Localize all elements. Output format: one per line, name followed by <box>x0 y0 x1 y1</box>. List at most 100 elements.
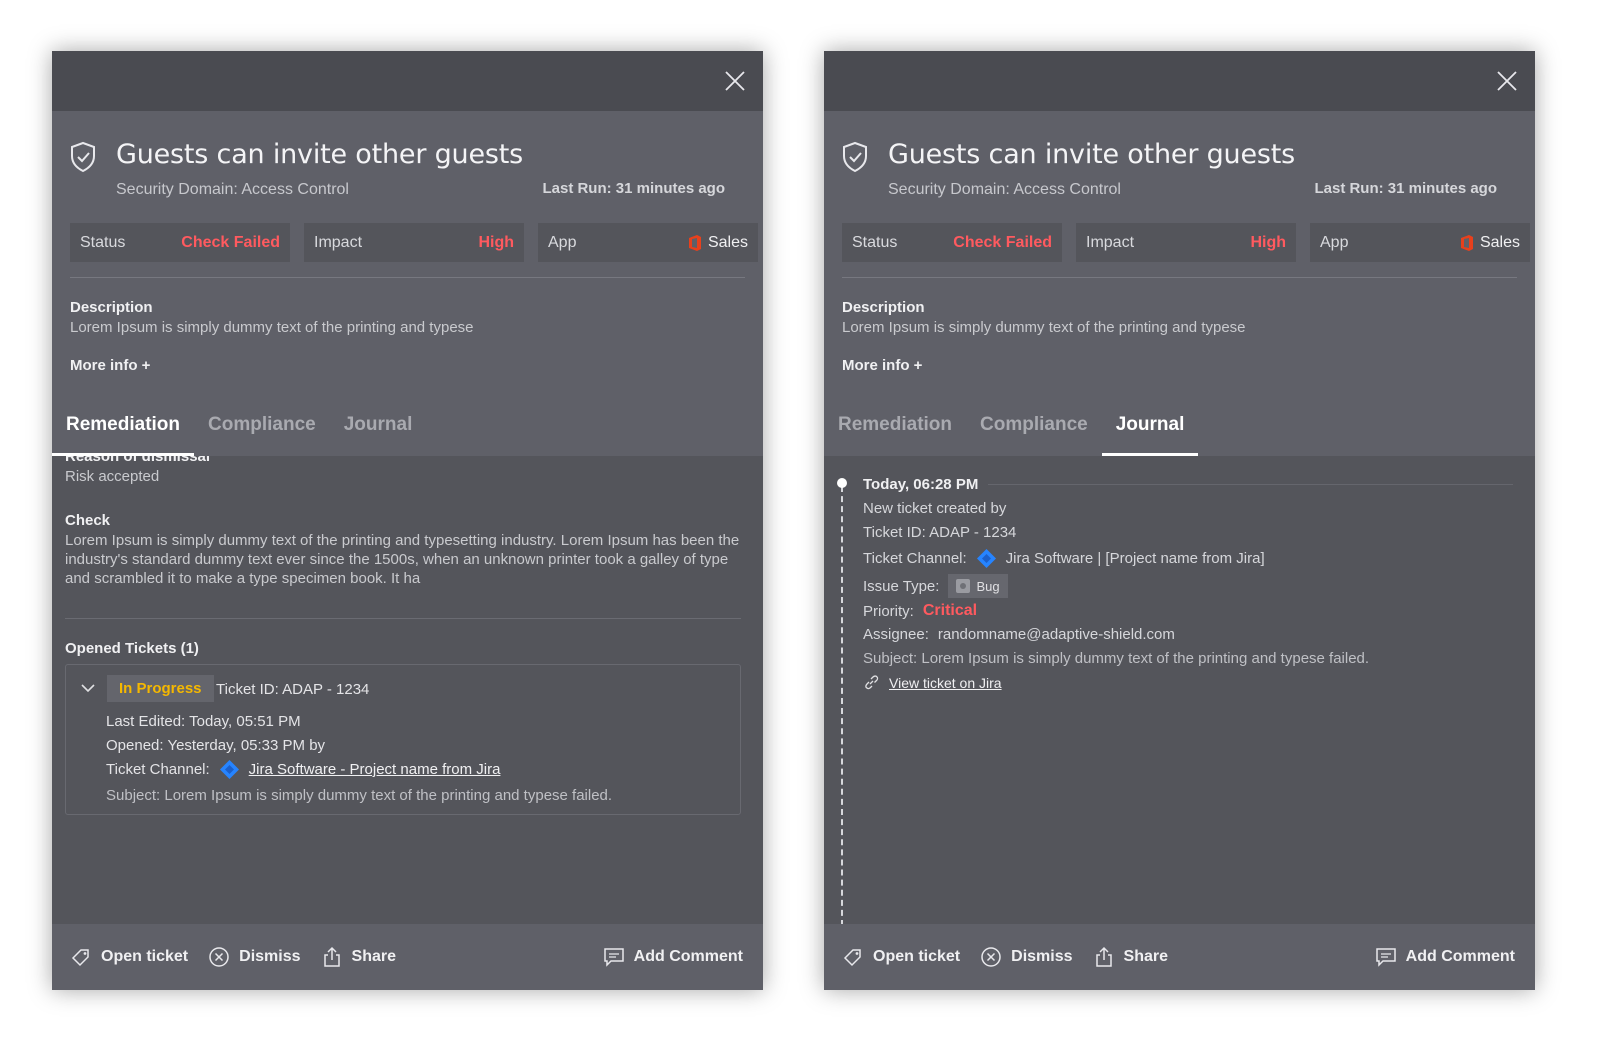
journal-ticket-channel: Ticket Channel: Jira Software | [Project… <box>863 548 1265 569</box>
app-label: App <box>1320 233 1349 251</box>
tab-bar: Remediation Compliance Journal <box>824 407 1199 456</box>
office-icon <box>1460 234 1473 251</box>
tab-journal[interactable]: Journal <box>1101 407 1199 456</box>
add-comment-button[interactable]: Add Comment <box>1375 946 1515 968</box>
status-label: Status <box>80 233 126 251</box>
link-icon <box>865 675 879 690</box>
share-label: Share <box>351 948 396 965</box>
dismiss-label: Dismiss <box>239 948 301 965</box>
open-ticket-label: Open ticket <box>873 948 961 965</box>
description-label: Description <box>842 299 925 316</box>
priority-value: Critical <box>922 602 978 619</box>
tab-bar: Remediation Compliance Journal <box>52 407 426 456</box>
circle-x-icon <box>981 947 1001 967</box>
tab-remediation[interactable]: Remediation <box>52 407 195 456</box>
last-run: Last Run: 31 minutes ago <box>1314 180 1497 197</box>
ticket-subject: Subject: Lorem Ipsum is simply dummy tex… <box>106 787 612 804</box>
jira-icon <box>976 549 996 568</box>
open-ticket-button[interactable]: Open ticket <box>70 946 188 968</box>
comment-icon <box>1375 948 1396 967</box>
chevron-down-icon[interactable] <box>80 683 96 693</box>
share-label: Share <box>1123 948 1168 965</box>
status-chip: Status Check Failed <box>70 223 290 262</box>
share-icon <box>323 946 340 967</box>
priority-label: Priority: <box>863 602 914 620</box>
status-value: Check Failed <box>953 233 1052 251</box>
app-value: Sales <box>707 233 748 251</box>
dismiss-button[interactable]: Dismiss <box>980 946 1073 968</box>
share-button[interactable]: Share <box>1093 946 1168 968</box>
detail-panel-journal: Guests can invite other guests Security … <box>824 51 1535 990</box>
panel-footer: Open ticket Dismiss Share Add Comment <box>824 924 1535 990</box>
ticket-channel-label: Ticket Channel: <box>106 761 210 778</box>
ticket-id-text: Ticket ID: ADAP - 1234 <box>863 524 1017 541</box>
share-button[interactable]: Share <box>321 946 396 968</box>
summary-chips: Status Check Failed Impact High App Sale… <box>70 223 758 262</box>
channel-label: Ticket Channel: <box>863 550 967 567</box>
impact-value: High <box>478 233 514 251</box>
dismiss-label: Dismiss <box>1011 948 1073 965</box>
journal-content[interactable]: Today, 06:28 PM New ticket created by Ti… <box>824 456 1535 924</box>
office-icon <box>688 234 701 251</box>
tab-compliance[interactable]: Compliance <box>966 407 1102 456</box>
ticket-card: In Progress Ticket ID: ADAP - 1234 Last … <box>65 664 741 815</box>
summary-chips: Status Check Failed Impact High App Sale… <box>842 223 1530 262</box>
issue-type-chip: Bug <box>948 574 1008 598</box>
page-title: Guests can invite other guests <box>116 139 524 170</box>
status-value: Check Failed <box>181 233 280 251</box>
opened-info: Opened: Yesterday, 05:33 PM by <box>106 737 325 754</box>
panel-topbar <box>824 51 1535 111</box>
description-text: Lorem Ipsum is simply dummy text of the … <box>842 319 1246 336</box>
open-ticket-button[interactable]: Open ticket <box>842 946 960 968</box>
reason-value: Risk accepted <box>65 468 160 485</box>
panel-header: Guests can invite other guests Security … <box>824 111 1535 456</box>
impact-label: Impact <box>314 233 363 251</box>
ticket-channel: Ticket Channel: Jira Software - Project … <box>106 759 500 780</box>
add-comment-label: Add Comment <box>633 948 743 965</box>
security-domain: Security Domain: Access Control <box>116 181 349 198</box>
status-badge: In Progress <box>107 675 214 702</box>
app-value: Sales <box>1479 233 1520 251</box>
view-on-jira-link[interactable]: View ticket on Jira <box>889 675 1002 691</box>
share-icon <box>1095 946 1112 967</box>
detail-panel-remediation: Guests can invite other guests Security … <box>52 51 763 990</box>
impact-chip: Impact High <box>304 223 524 262</box>
jira-project-link[interactable]: Jira Software - Project name from Jira <box>249 761 501 778</box>
comment-icon <box>603 948 624 967</box>
close-icon[interactable] <box>1495 69 1519 93</box>
jira-icon <box>219 760 239 779</box>
opened-tickets-label: Opened Tickets (1) <box>65 640 199 657</box>
assignee-label: Assignee: <box>863 626 929 643</box>
tab-compliance[interactable]: Compliance <box>194 407 330 456</box>
check-label: Check <box>65 512 111 529</box>
issue-type-value: Bug <box>976 578 1000 594</box>
more-info-link[interactable]: More info + <box>842 357 922 374</box>
remediation-content[interactable]: Reason of dismissal Risk accepted Check … <box>52 456 763 924</box>
timeline-dot <box>837 478 847 488</box>
assignee-value: randomname@adaptive-shield.com <box>937 626 1175 643</box>
divider <box>842 277 1517 278</box>
impact-chip: Impact High <box>1076 223 1296 262</box>
check-text: Lorem Ipsum is simply dummy text of the … <box>65 532 740 587</box>
impact-value: High <box>1250 233 1286 251</box>
close-icon[interactable] <box>723 69 747 93</box>
description-text: Lorem Ipsum is simply dummy text of the … <box>70 319 474 336</box>
add-comment-button[interactable]: Add Comment <box>603 946 743 968</box>
more-info-link[interactable]: More info + <box>70 357 150 374</box>
panel-topbar <box>52 51 763 111</box>
status-chip: Status Check Failed <box>842 223 1062 262</box>
journal-ticket-id: Ticket ID: ADAP - 1234 <box>863 524 1016 541</box>
journal-view-link: View ticket on Jira <box>863 674 1002 691</box>
tab-journal[interactable]: Journal <box>330 407 427 456</box>
ticket-subject-text: Subject: Lorem Ipsum is simply dummy tex… <box>106 787 613 804</box>
journal-created-by: New ticket created by <box>863 500 1006 517</box>
tag-icon <box>843 949 861 967</box>
timeline-line <box>841 486 843 924</box>
dismiss-button[interactable]: Dismiss <box>208 946 301 968</box>
tab-remediation[interactable]: Remediation <box>824 407 966 456</box>
subject-text: Subject: Lorem Ipsum is simply dummy tex… <box>863 650 1370 667</box>
security-domain: Security Domain: Access Control <box>888 181 1121 198</box>
reason-label: Reason of dismissal <box>65 456 211 465</box>
last-edited-text: Last Edited: Today, 05:51 PM <box>106 713 301 730</box>
panel-header: Guests can invite other guests Security … <box>52 111 763 456</box>
